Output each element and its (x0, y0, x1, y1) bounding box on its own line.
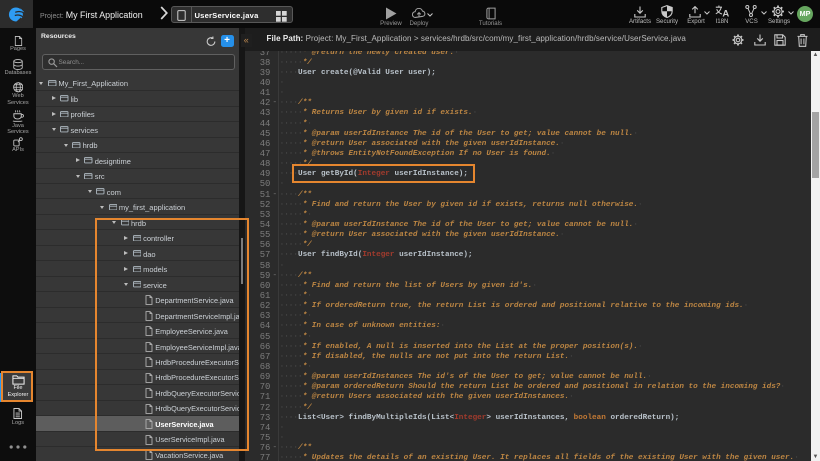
svg-text:A: A (722, 9, 729, 17)
